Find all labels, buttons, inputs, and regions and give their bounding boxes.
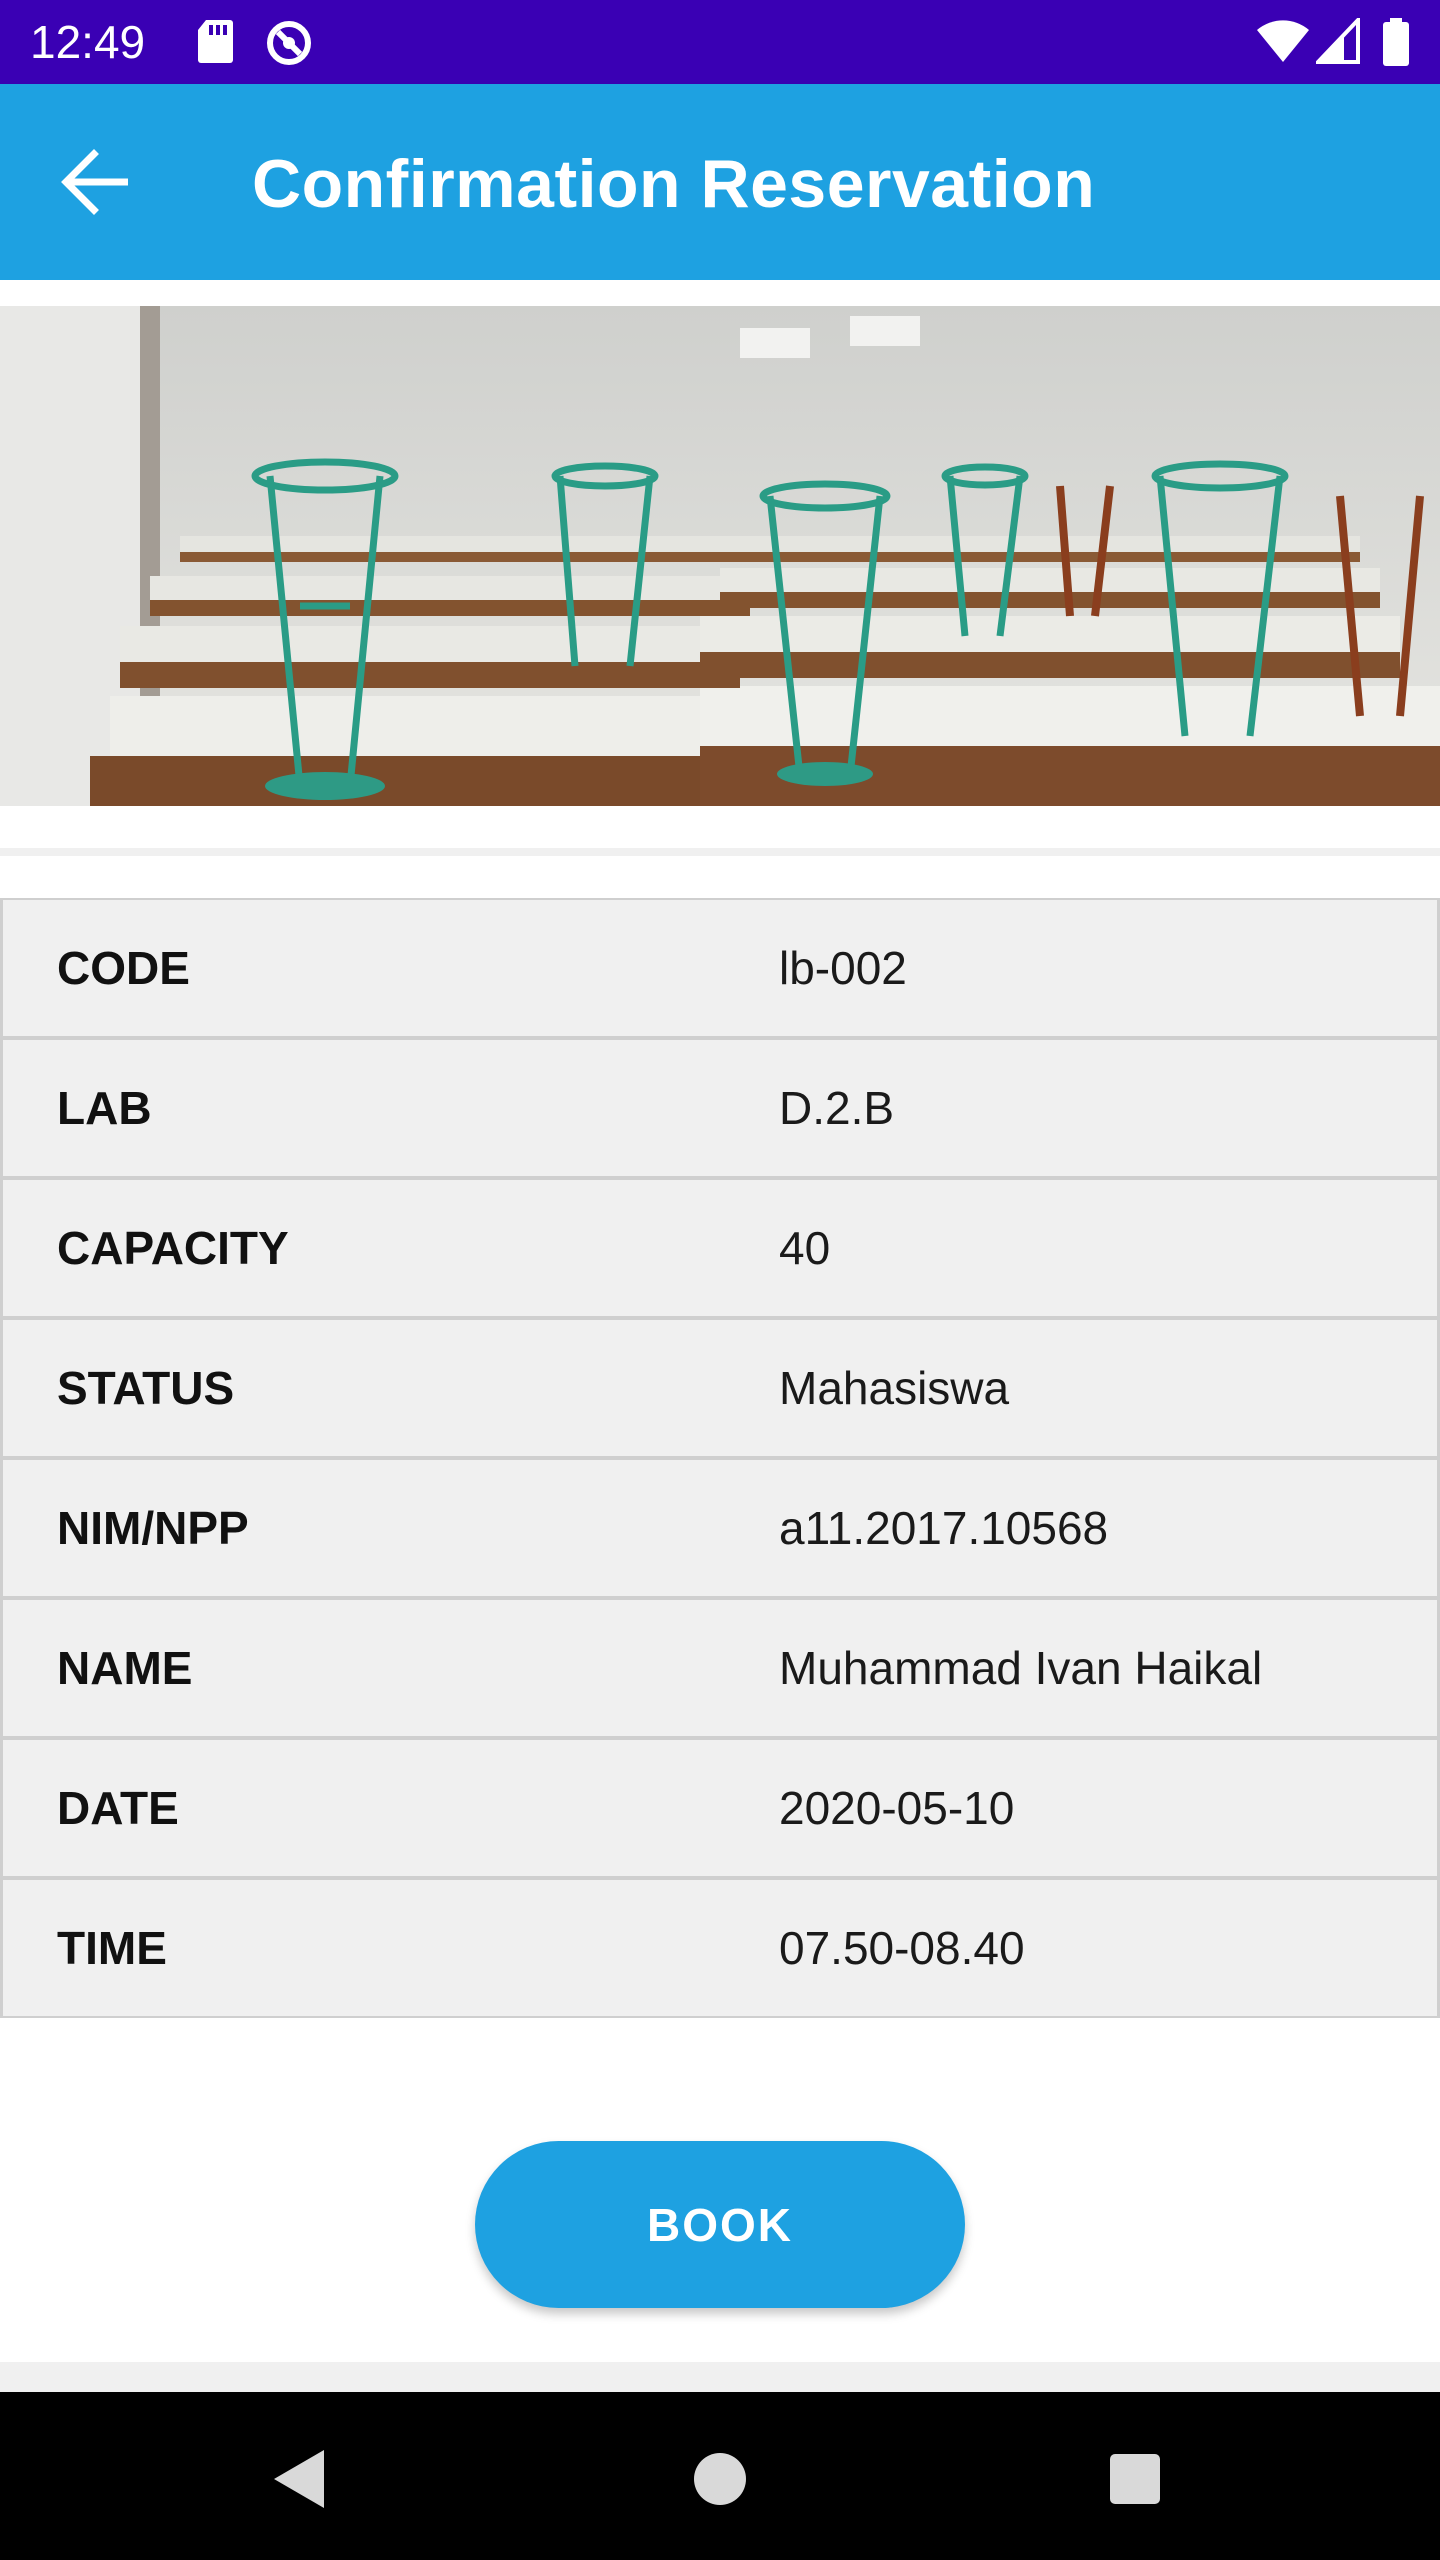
detail-value: lb-002	[779, 942, 907, 994]
detail-value: Mahasiswa	[779, 1362, 1010, 1414]
status-bar: 12:49	[0, 0, 1440, 84]
detail-row-lab: LAB D.2.B	[0, 1038, 1440, 1178]
reservation-details-table: CODE lb-002 LAB D.2.B CAPACITY 40 STATUS…	[0, 898, 1440, 2018]
detail-value: 40	[779, 1222, 831, 1274]
detail-label: DATE	[57, 1782, 179, 1834]
nav-back-icon[interactable]	[266, 2444, 336, 2514]
detail-label: LAB	[57, 1082, 152, 1134]
detail-row-status: STATUS Mahasiswa	[0, 1318, 1440, 1458]
detail-row-nim-npp: NIM/NPP a11.2017.10568	[0, 1458, 1440, 1598]
nav-recents-icon[interactable]	[1100, 2444, 1170, 2514]
battery-icon	[1383, 18, 1409, 66]
nav-home-icon[interactable]	[685, 2444, 755, 2514]
detail-row-code: CODE lb-002	[0, 898, 1440, 1038]
wifi-icon	[1257, 20, 1309, 62]
arrow-back-icon[interactable]	[58, 146, 138, 218]
detail-value: a11.2017.10568	[779, 1502, 1109, 1554]
system-nav-bar	[0, 2392, 1440, 2560]
sd-card-icon	[198, 20, 233, 63]
status-time: 12:49	[30, 16, 146, 68]
bottom-divider	[0, 2362, 1440, 2392]
app-bar: Confirmation Reservation	[0, 84, 1440, 280]
lab-photo	[0, 306, 1440, 806]
detail-row-time: TIME 07.50-08.40	[0, 1878, 1440, 2018]
detail-label: TIME	[57, 1922, 167, 1974]
book-button[interactable]: BOOK	[475, 2141, 965, 2308]
detail-label: NIM/NPP	[57, 1502, 249, 1554]
cellular-signal-icon	[1316, 18, 1360, 64]
section-divider	[0, 848, 1440, 856]
detail-value: Muhammad Ivan Haikal	[779, 1642, 1263, 1694]
detail-label: CAPACITY	[57, 1222, 289, 1274]
detail-label: STATUS	[57, 1362, 235, 1414]
detail-row-name: NAME Muhammad Ivan Haikal	[0, 1598, 1440, 1738]
detail-label: NAME	[57, 1642, 193, 1694]
detail-row-capacity: CAPACITY 40	[0, 1178, 1440, 1318]
page-title: Confirmation Reservation	[252, 146, 1096, 222]
detail-value: D.2.B	[779, 1082, 895, 1134]
detail-value: 07.50-08.40	[779, 1922, 1025, 1974]
detail-label: CODE	[57, 942, 190, 994]
sync-icon	[267, 21, 311, 65]
detail-row-date: DATE 2020-05-10	[0, 1738, 1440, 1878]
detail-value: 2020-05-10	[779, 1782, 1015, 1834]
